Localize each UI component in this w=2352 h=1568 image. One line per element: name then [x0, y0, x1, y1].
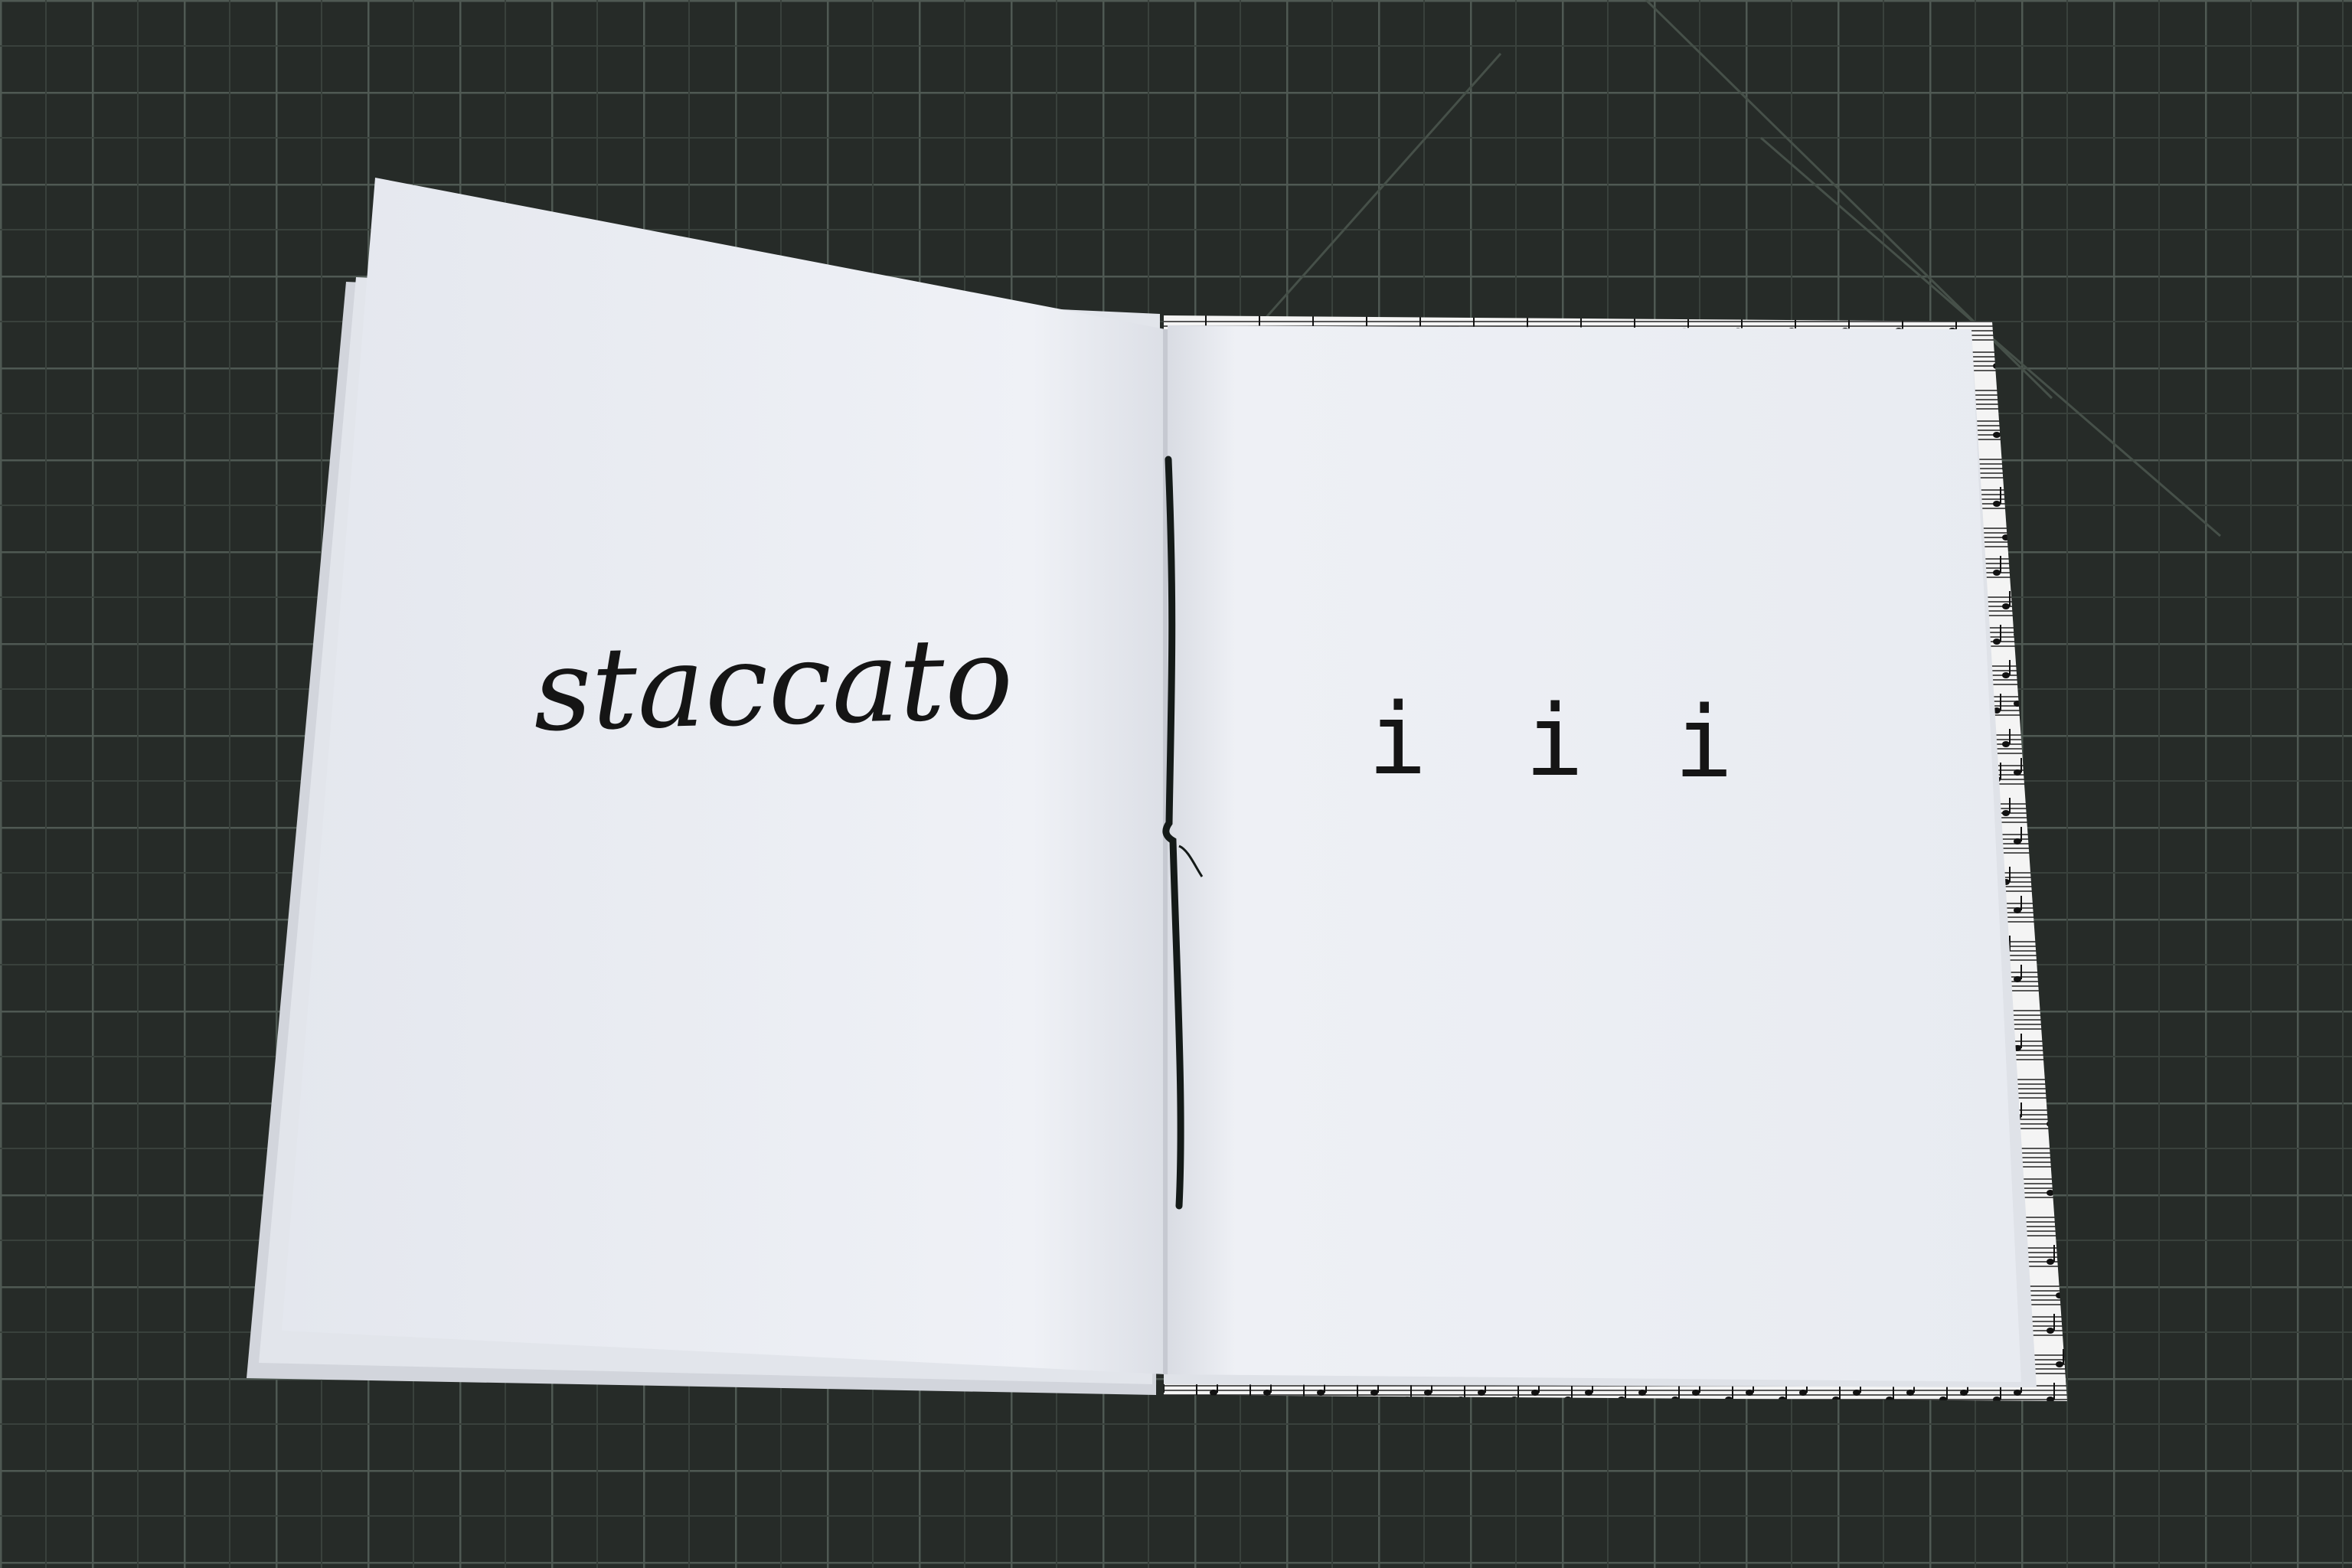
- photo-canvas: staccato i i i: [0, 0, 2352, 1568]
- right-page-mark-1: i: [1367, 683, 1426, 797]
- left-page: [282, 178, 1165, 1374]
- right-page-mark-3: i: [1674, 686, 1733, 800]
- right-page-mark-2: i: [1524, 684, 1583, 799]
- left-page-word: staccato: [532, 612, 1015, 756]
- right-page: [1168, 325, 2021, 1382]
- photo-scene: staccato i i i: [0, 0, 2352, 1568]
